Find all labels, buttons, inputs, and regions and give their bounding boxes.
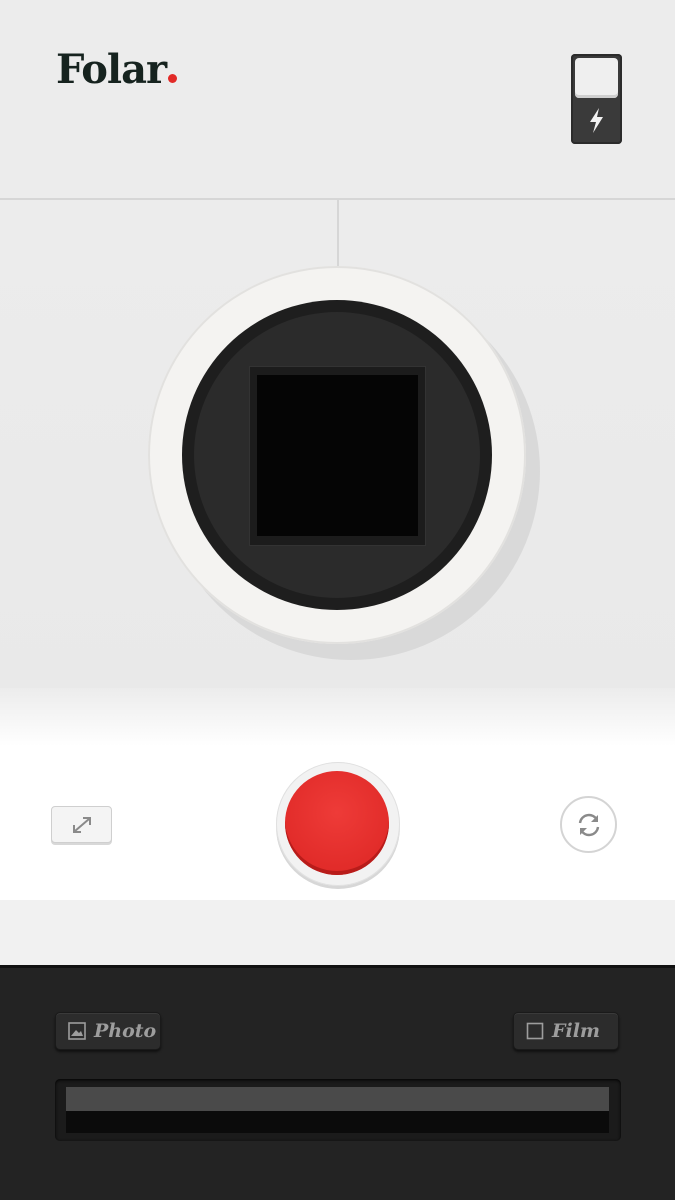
app-logo: Folar (56, 46, 178, 93)
app-header: Folar (0, 0, 675, 198)
logo-text: Folar (56, 46, 167, 93)
body-seam (337, 200, 339, 270)
controls-bottom-strip (0, 900, 675, 966)
square-icon (526, 1022, 544, 1040)
film-slot-top (66, 1087, 609, 1111)
body-fade (0, 688, 675, 746)
flash-toggle[interactable] (571, 54, 622, 144)
image-icon (68, 1022, 86, 1040)
film-mode-button[interactable]: Film (513, 1012, 619, 1050)
film-mode-label: Film (552, 1020, 601, 1042)
expand-button[interactable] (51, 806, 112, 843)
photo-mode-label: Photo (94, 1020, 157, 1042)
rotate-camera-icon (578, 813, 600, 837)
flash-toggle-knob[interactable] (575, 58, 618, 98)
film-slot-bottom (66, 1111, 609, 1133)
photo-mode-button[interactable]: Photo (55, 1012, 161, 1050)
shutter-button[interactable] (285, 771, 389, 875)
expand-arrows-icon (73, 817, 91, 833)
rotate-camera-button[interactable] (560, 796, 617, 853)
viewfinder[interactable] (257, 375, 418, 536)
lightning-bolt-icon (571, 102, 622, 138)
logo-dot (168, 74, 178, 83)
